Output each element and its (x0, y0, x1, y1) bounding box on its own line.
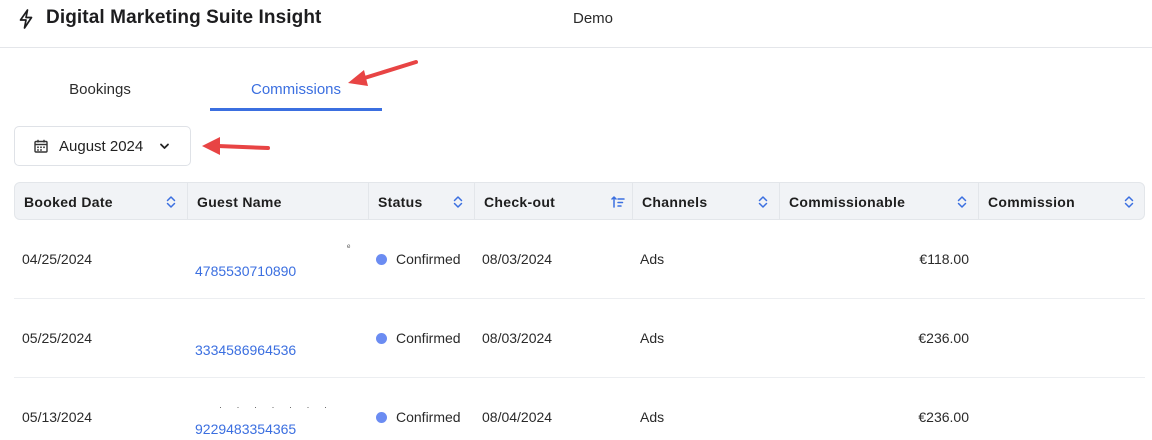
check-out-cell: 08/03/2024 (482, 251, 553, 267)
status-dot (376, 333, 387, 344)
status-dot (376, 254, 387, 265)
column-header-booked-date[interactable]: Booked Date (15, 183, 188, 219)
active-tab-indicator (210, 108, 382, 111)
calendar-icon (34, 139, 48, 153)
table-row: 04/25/2024 ᵉ 4785530710890 Confirmed 08/… (14, 220, 1145, 299)
column-header-status[interactable]: Status (369, 183, 475, 219)
commissionable-cell: €236.00 (918, 330, 969, 346)
check-out-cell: 08/04/2024 (482, 409, 553, 425)
column-header-guest-name[interactable]: Guest Name (188, 183, 369, 219)
environment-label: Demo (573, 10, 614, 27)
app-title: Digital Marketing Suite Insight (46, 7, 322, 28)
guest-id-link[interactable]: 4785530710890 (195, 263, 296, 279)
sort-both-icon[interactable] (165, 195, 177, 209)
top-bar: Digital Marketing Suite Insight Demo (0, 0, 1152, 48)
month-picker-value: August 2024 (59, 138, 144, 155)
annotation-arrow-commissions (348, 60, 418, 86)
table-header: Booked Date Guest Name Status Check-out … (14, 182, 1145, 220)
status-cell: Confirmed (396, 409, 461, 425)
commissionable-cell: €118.00 (919, 251, 969, 267)
booked-date-cell: 05/25/2024 (22, 330, 93, 346)
channel-cell: Ads (640, 409, 665, 425)
guest-id-link[interactable]: 3334586964536 (195, 342, 296, 358)
guest-id-link[interactable]: 9229483354365 (195, 421, 296, 437)
table-row: · · · · · · · 05/13/2024 9229483354365 C… (14, 378, 1145, 440)
sort-both-icon[interactable] (956, 195, 968, 209)
column-header-commissionable[interactable]: Commissionable (780, 183, 979, 219)
guest-name-trace: ᵉ (347, 242, 351, 252)
guest-name-trace: · · · · · · · (219, 402, 333, 412)
status-cell: Confirmed (396, 330, 461, 346)
tab-bookings[interactable]: Bookings (14, 70, 186, 112)
column-header-channels[interactable]: Channels (633, 183, 780, 219)
column-header-check-out[interactable]: Check-out (475, 183, 633, 219)
booked-date-cell: 04/25/2024 (22, 251, 93, 267)
channel-cell: Ads (640, 251, 665, 267)
booked-date-cell: 05/13/2024 (22, 409, 93, 425)
column-header-commission[interactable]: Commission (979, 183, 1144, 219)
check-out-cell: 08/03/2024 (482, 330, 553, 346)
commissionable-cell: €236.00 (918, 409, 969, 425)
annotation-arrow-date-filter (202, 137, 270, 155)
status-cell: Confirmed (396, 251, 461, 267)
sort-ascending-icon[interactable] (611, 195, 625, 209)
sort-both-icon[interactable] (452, 195, 464, 209)
table-row: 05/25/2024 3334586964536 Confirmed 08/03… (14, 299, 1145, 378)
month-picker[interactable]: August 2024 (14, 126, 191, 166)
channel-cell: Ads (640, 330, 665, 346)
sort-both-icon[interactable] (757, 195, 769, 209)
lightning-bolt-icon (19, 9, 33, 29)
chevron-down-icon (160, 143, 169, 149)
sort-both-icon[interactable] (1123, 195, 1135, 209)
status-dot (376, 412, 387, 423)
